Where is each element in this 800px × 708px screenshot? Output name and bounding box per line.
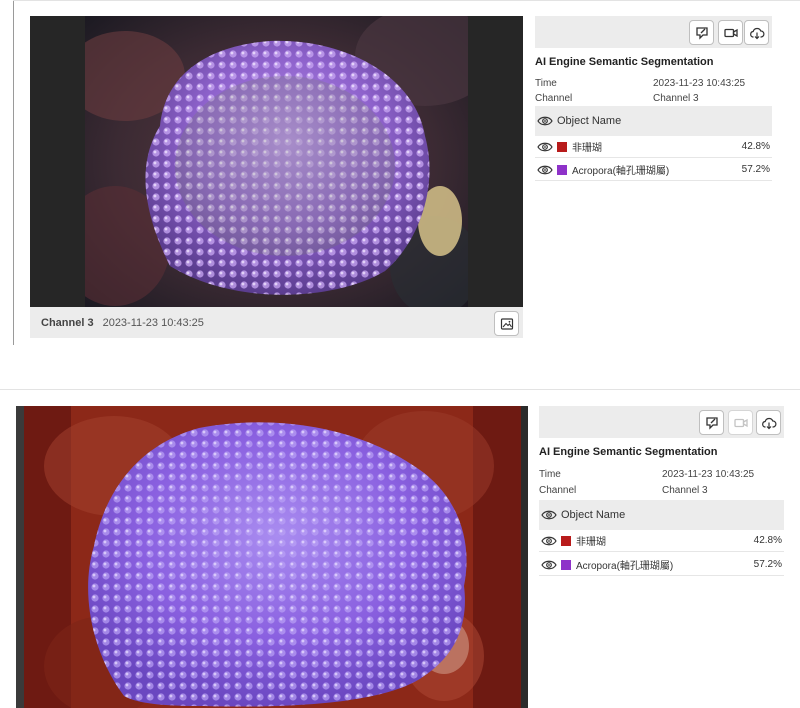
object-list-header: Object Name bbox=[535, 106, 772, 136]
object-percent: 57.2% bbox=[741, 164, 770, 175]
segmentation-info-panel: AI Engine Semantic Segmentation Time 202… bbox=[539, 406, 784, 581]
video-camera-icon bbox=[723, 25, 739, 41]
time-label: Time bbox=[535, 78, 557, 89]
object-name: Acropora(軸孔珊瑚屬) bbox=[572, 166, 670, 177]
eye-icon[interactable] bbox=[537, 164, 553, 176]
object-name-header: Object Name bbox=[561, 509, 626, 521]
panel-border bbox=[13, 0, 800, 1]
color-swatch bbox=[557, 141, 567, 152]
color-swatch bbox=[557, 164, 567, 175]
channel-label: Channel bbox=[539, 485, 577, 496]
panel-border bbox=[13, 0, 14, 345]
image-viewer[interactable] bbox=[30, 16, 523, 307]
annotate-button[interactable] bbox=[699, 410, 724, 435]
cloud-download-icon bbox=[749, 25, 765, 41]
video-button[interactable] bbox=[718, 20, 743, 45]
time-value: 2023-11-23 10:43:25 bbox=[662, 469, 755, 480]
object-list-header: Object Name bbox=[539, 500, 784, 530]
image-view-button[interactable] bbox=[494, 311, 519, 336]
eye-icon[interactable] bbox=[537, 141, 553, 153]
cloud-download-icon bbox=[761, 415, 777, 431]
annotate-icon bbox=[704, 415, 720, 431]
segmentation-info-panel: AI Engine Semantic Segmentation Time 202… bbox=[535, 16, 772, 186]
info-title: AI Engine Semantic Segmentation bbox=[539, 446, 718, 458]
caption-time: 2023-11-23 10:43:25 bbox=[102, 316, 204, 329]
channel-value: Channel 3 bbox=[662, 485, 708, 496]
segmentation-viewer[interactable] bbox=[16, 406, 528, 708]
color-swatch bbox=[561, 535, 571, 546]
object-name-header: Object Name bbox=[557, 115, 622, 127]
object-row: Acropora(軸孔珊瑚屬) 57.2% bbox=[535, 159, 772, 181]
segmented-photo bbox=[24, 406, 521, 708]
eye-icon[interactable] bbox=[537, 115, 553, 127]
download-button[interactable] bbox=[744, 20, 769, 45]
image-caption-bar: Channel 3 2023-11-23 10:43:25 bbox=[30, 307, 523, 338]
section-divider bbox=[0, 389, 800, 390]
object-percent: 42.8% bbox=[753, 535, 782, 546]
time-value: 2023-11-23 10:43:25 bbox=[653, 78, 746, 89]
video-button[interactable] bbox=[728, 410, 753, 435]
object-percent: 42.8% bbox=[741, 141, 770, 152]
object-row: 非珊瑚 42.8% bbox=[535, 136, 772, 158]
caption-channel: Channel 3 bbox=[41, 316, 94, 329]
page: Channel 3 2023-11-23 10:43:25 AI Engine … bbox=[0, 0, 800, 708]
object-name: Acropora(軸孔珊瑚屬) bbox=[576, 561, 674, 572]
info-title: AI Engine Semantic Segmentation bbox=[535, 56, 714, 68]
object-row: Acropora(軸孔珊瑚屬) 57.2% bbox=[539, 554, 784, 576]
color-swatch bbox=[561, 559, 571, 570]
channel-label: Channel bbox=[535, 93, 573, 104]
time-label: Time bbox=[539, 469, 561, 480]
eye-icon[interactable] bbox=[541, 559, 557, 571]
eye-icon[interactable] bbox=[541, 535, 557, 547]
coral-photo bbox=[85, 16, 468, 307]
object-name: 非珊瑚 bbox=[572, 143, 602, 154]
object-name: 非珊瑚 bbox=[576, 537, 606, 548]
download-button[interactable] bbox=[756, 410, 781, 435]
object-percent: 57.2% bbox=[753, 559, 782, 570]
video-camera-icon bbox=[733, 415, 749, 431]
viewer-edge bbox=[16, 406, 24, 708]
image-icon bbox=[499, 316, 515, 332]
annotate-button[interactable] bbox=[689, 20, 714, 45]
annotate-icon bbox=[694, 25, 710, 41]
channel-value: Channel 3 bbox=[653, 93, 699, 104]
eye-icon[interactable] bbox=[541, 509, 557, 521]
object-row: 非珊瑚 42.8% bbox=[539, 530, 784, 552]
